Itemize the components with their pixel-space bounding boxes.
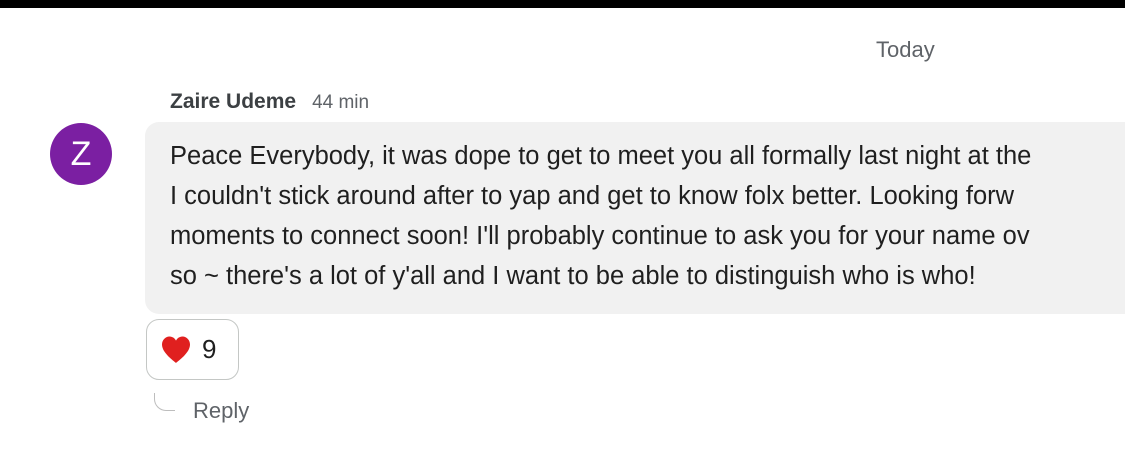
avatar[interactable]: Z (50, 123, 112, 185)
heart-reaction-button[interactable]: 9 (146, 319, 239, 380)
avatar-letter: Z (70, 134, 92, 173)
sender-name[interactable]: Zaire Udeme (170, 90, 296, 114)
message-header: Zaire Udeme 44 min (170, 90, 369, 114)
reply-button[interactable]: Reply (193, 398, 249, 424)
reply-thread-connector (154, 393, 175, 411)
message-text-line: moments to connect soon! I'll probably c… (170, 222, 1030, 250)
top-bar (0, 0, 1125, 8)
message-text-line: Peace Everybody, it was dope to get to m… (170, 142, 1032, 170)
reaction-count: 9 (202, 334, 217, 364)
message-timestamp: 44 min (312, 92, 370, 113)
message-text-line: I couldn't stick around after to yap and… (170, 182, 1015, 210)
message-bubble[interactable]: Peace Everybody, it was dope to get to m… (145, 122, 1125, 314)
message-text-line: so ~ there's a lot of y'all and I want t… (170, 262, 976, 290)
date-divider: Today (876, 37, 935, 62)
heart-icon (160, 335, 192, 364)
